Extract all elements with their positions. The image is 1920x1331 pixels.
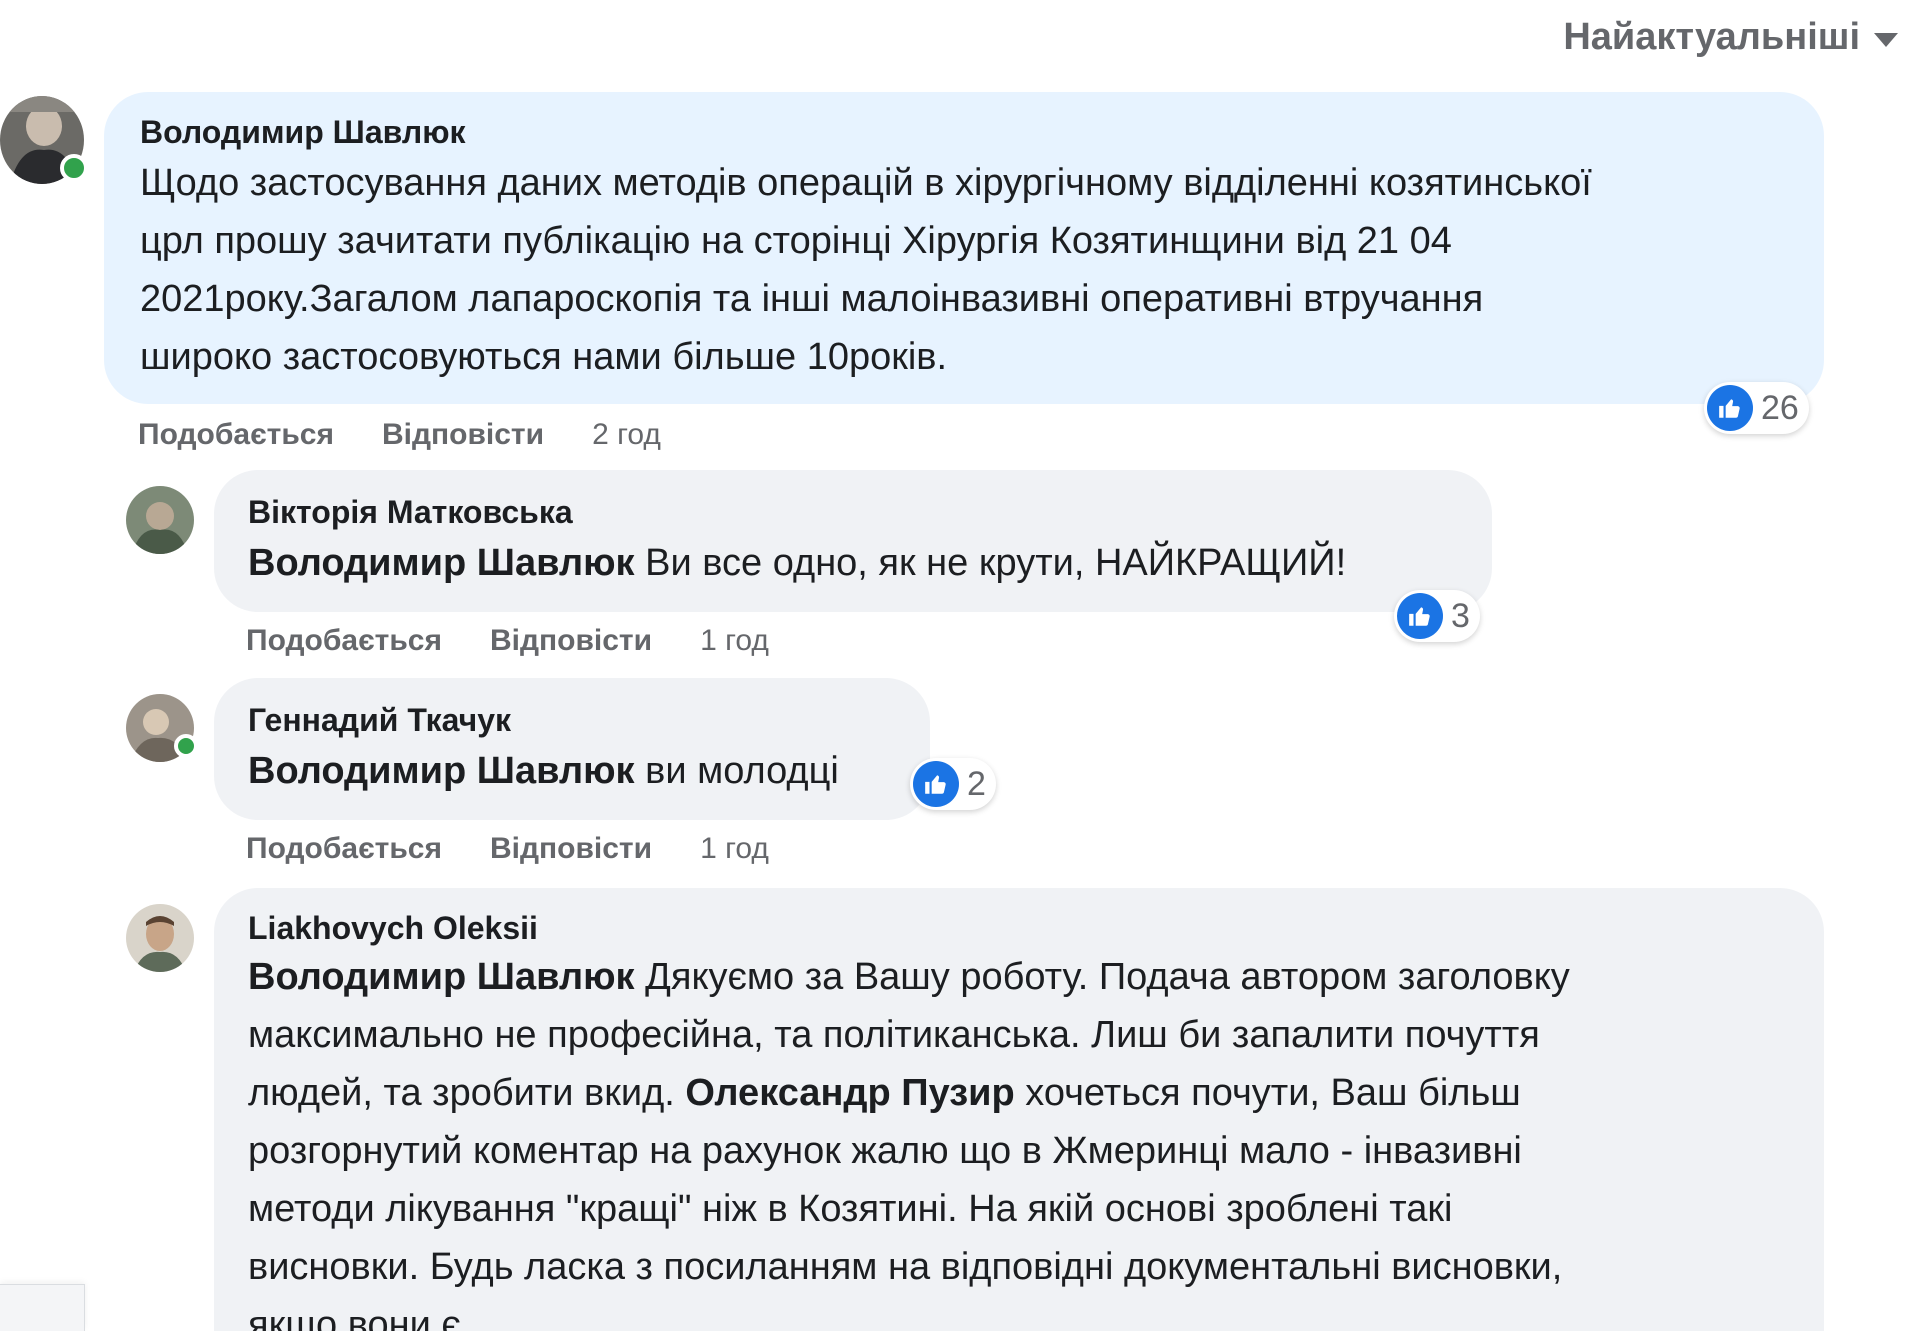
sort-dropdown[interactable]: Найактуальніші: [1563, 16, 1898, 59]
comment-line-text: людей, та зробити вкид.: [248, 1072, 686, 1114]
comments-panel: Найактуальніші Володимир Шавлюк Щодо зас…: [0, 0, 1920, 1331]
comment-line: ви молодці: [634, 750, 839, 792]
chat-widget-tab[interactable]: [0, 1284, 85, 1331]
reaction-count[interactable]: 3: [1394, 590, 1480, 642]
like-button[interactable]: Подобається: [246, 624, 442, 658]
mention-link[interactable]: Володимир Шавлюк: [248, 956, 635, 998]
comment-line: црл прошу зачитати публікацію на сторінц…: [140, 220, 1452, 262]
comment-author[interactable]: Liakhovych Oleksii: [248, 908, 1790, 948]
comment-bubble: Геннадий Ткачук Володимир Шавлюк ви моло…: [214, 678, 930, 820]
reaction-count[interactable]: 26: [1704, 382, 1809, 434]
timestamp[interactable]: 1 год: [700, 624, 769, 658]
reply-button[interactable]: Відповісти: [490, 624, 652, 658]
comment-author[interactable]: Вікторія Матковська: [248, 492, 1458, 532]
online-status-icon: [60, 154, 88, 182]
comment-text: Володимир Шавлюк Ви все одно, як не крут…: [248, 534, 1458, 592]
comment-text: Щодо застосування даних методів операцій…: [140, 154, 1788, 386]
like-icon: [1707, 385, 1753, 431]
timestamp[interactable]: 1 год: [700, 832, 769, 866]
comment-line: людей, та зробити вкид. Олександр Пузир …: [248, 1064, 1790, 1122]
comment-bubble: Володимир Шавлюк Щодо застосування даних…: [104, 92, 1824, 404]
comment-actions: Подобається Відповісти 1 год: [246, 624, 769, 658]
comment-text: Володимир Шавлюк ви молодці: [248, 742, 896, 800]
comment-line: висновки. Будь ласка з посиланням на від…: [248, 1246, 1563, 1288]
comment-actions: Подобається Відповісти 2 год: [138, 418, 661, 452]
reply-button[interactable]: Відповісти: [382, 418, 544, 452]
comment-line: Ви все одно, як не крути, НАЙКРАЩИЙ!: [634, 542, 1347, 584]
comment-line: Володимир Шавлюк Дякуємо за Вашу роботу.…: [248, 948, 1790, 1006]
avatar[interactable]: [126, 486, 194, 554]
avatar-photo: [126, 486, 194, 554]
reaction-count[interactable]: 2: [910, 758, 996, 810]
like-button[interactable]: Подобається: [138, 418, 334, 452]
comment-line: розгорнутий коментар на рахунок жалю що …: [248, 1130, 1522, 1172]
comment-bubble: Liakhovych Oleksii Володимир Шавлюк Дяку…: [214, 888, 1824, 1331]
comment-author[interactable]: Геннадий Ткачук: [248, 700, 896, 740]
timestamp[interactable]: 2 год: [592, 418, 661, 452]
avatar[interactable]: [0, 96, 88, 184]
avatar[interactable]: [126, 694, 198, 762]
comment-line: методи лікування "кращі" ніж в Козятині.…: [248, 1188, 1453, 1230]
comment-line: якщо вони є: [248, 1304, 461, 1331]
like-icon: [1397, 593, 1443, 639]
sort-label: Найактуальніші: [1563, 16, 1860, 58]
comment-line: широко застосовуються нами більше 10рокі…: [140, 336, 948, 378]
comment-line: 2021року.Загалом лапароскопія та інші ма…: [140, 278, 1484, 320]
mention-link[interactable]: Володимир Шавлюк: [248, 542, 635, 584]
comment-line-text: хочеться почути, Ваш більш: [1014, 1072, 1521, 1114]
reaction-number: 2: [967, 764, 986, 803]
reaction-number: 3: [1451, 596, 1470, 635]
comment-author[interactable]: Володимир Шавлюк: [140, 112, 1788, 152]
like-button[interactable]: Подобається: [246, 832, 442, 866]
comment-actions: Подобається Відповісти 1 год: [246, 832, 769, 866]
avatar-photo: [126, 904, 194, 972]
mention-link[interactable]: Олександр Пузир: [685, 1072, 1014, 1114]
reaction-number: 26: [1761, 388, 1799, 427]
like-icon: [913, 761, 959, 807]
mention-link[interactable]: Володимир Шавлюк: [248, 750, 635, 792]
comment-bubble: Вікторія Матковська Володимир Шавлюк Ви …: [214, 470, 1492, 612]
comment-line: максимально не професійна, та політиканс…: [248, 1014, 1540, 1056]
online-status-icon: [174, 734, 198, 758]
reply-button[interactable]: Відповісти: [490, 832, 652, 866]
avatar[interactable]: [126, 904, 194, 972]
caret-down-icon: [1874, 32, 1898, 47]
comment-text: Володимир Шавлюк Дякуємо за Вашу роботу.…: [248, 948, 1790, 1331]
comment-line: Щодо застосування даних методів операцій…: [140, 162, 1592, 204]
comment-line-text: Дякуємо за Вашу роботу. Подача автором з…: [634, 956, 1570, 998]
